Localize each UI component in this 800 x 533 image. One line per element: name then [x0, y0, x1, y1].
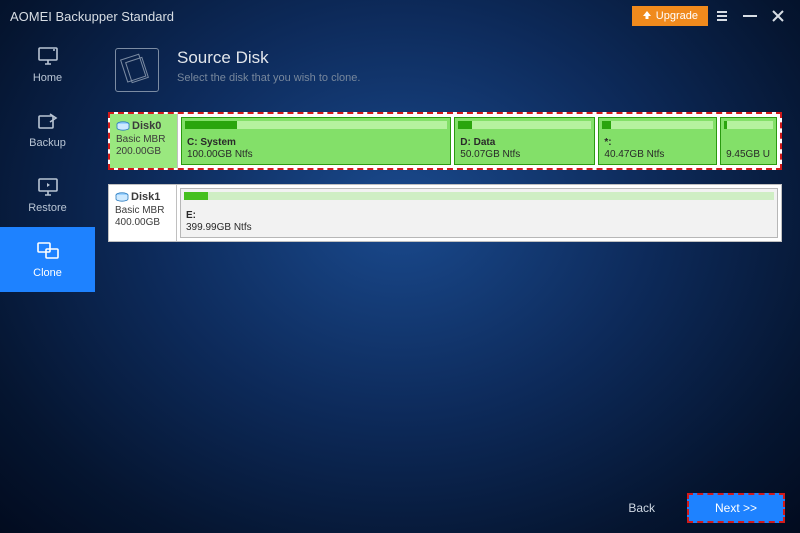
sidebar-item-label: Clone	[33, 267, 62, 279]
partition-size: 40.47GB Ntfs	[604, 149, 711, 161]
sidebar-item-label: Backup	[29, 137, 66, 149]
disk-type: Basic MBR	[115, 205, 164, 216]
partition-size: 9.45GB U	[726, 149, 771, 161]
disk-icon	[115, 192, 129, 202]
monitor-icon	[36, 45, 60, 67]
partition-usage-bar	[184, 192, 774, 200]
disk-icon	[116, 121, 130, 131]
app-title: AOMEI Backupper Standard	[10, 9, 632, 24]
disk-row[interactable]: Disk0 Basic MBR200.00GB C: System100.00GB …	[108, 112, 782, 170]
partition[interactable]: E:399.99GB Ntfs	[180, 188, 778, 238]
next-button[interactable]: Next >>	[687, 493, 785, 523]
sidebar-item-label: Restore	[28, 202, 67, 214]
partition-label: C: System	[187, 137, 445, 149]
page-heading-block: Source Disk Select the disk that you wis…	[177, 48, 360, 84]
partition-usage-bar	[185, 121, 447, 129]
partition-label: *:	[604, 137, 711, 149]
page-subtitle: Select the disk that you wish to clone.	[177, 72, 360, 84]
app-window: AOMEI Backupper Standard Upgrade Home Ba…	[0, 0, 800, 533]
partition-usage-bar	[458, 121, 591, 129]
footer: Back Next >>	[614, 493, 785, 523]
upgrade-button[interactable]: Upgrade	[632, 6, 708, 26]
partition-size: 100.00GB Ntfs	[187, 149, 445, 161]
partition[interactable]: 9.45GB U	[720, 117, 777, 165]
sidebar-item-home[interactable]: Home	[0, 32, 95, 97]
sidebar-item-label: Home	[33, 72, 62, 84]
partition-size: 399.99GB Ntfs	[186, 222, 772, 234]
disk-row[interactable]: Disk1 Basic MBR400.00GB E:399.99GB Ntfs	[108, 184, 782, 242]
menu-icon[interactable]	[708, 2, 736, 30]
content: Source Disk Select the disk that you wis…	[105, 40, 785, 483]
back-button[interactable]: Back	[614, 495, 669, 521]
upgrade-label: Upgrade	[656, 10, 698, 22]
partition-wrap: C: System100.00GB NtfsD: Data50.07GB Ntf…	[178, 114, 780, 168]
partition-label: E:	[186, 210, 772, 222]
close-button[interactable]	[764, 2, 792, 30]
disk-meta: Disk0 Basic MBR200.00GB	[110, 114, 178, 168]
disk-name: Disk0	[132, 120, 161, 132]
minimize-button[interactable]	[736, 2, 764, 30]
partition-size: 50.07GB Ntfs	[460, 149, 589, 161]
restore-icon	[36, 175, 60, 197]
clone-icon	[36, 240, 60, 262]
backup-icon	[36, 110, 60, 132]
titlebar: AOMEI Backupper Standard Upgrade	[0, 0, 800, 32]
page-header: Source Disk Select the disk that you wis…	[105, 40, 785, 112]
sidebar-item-clone[interactable]: Clone	[0, 227, 95, 292]
disk-size: 400.00GB	[115, 217, 160, 228]
source-disk-icon	[115, 48, 159, 92]
disk-type: Basic MBR	[116, 134, 165, 145]
disk-name: Disk1	[131, 191, 160, 203]
partition-usage-bar	[602, 121, 713, 129]
partition[interactable]: *:40.47GB Ntfs	[598, 117, 717, 165]
disk-meta: Disk1 Basic MBR400.00GB	[109, 185, 177, 241]
page-title: Source Disk	[177, 48, 360, 68]
sidebar: Home Backup Restore Clone	[0, 32, 95, 533]
disk-size: 200.00GB	[116, 146, 161, 157]
disk-list: Disk0Basic MBR200.00GBC: System100.00GB …	[105, 112, 785, 242]
partition-label: D: Data	[460, 137, 589, 149]
partition[interactable]: D: Data50.07GB Ntfs	[454, 117, 595, 165]
upgrade-icon	[642, 10, 652, 23]
partition-wrap: E:399.99GB Ntfs	[177, 185, 781, 241]
partition[interactable]: C: System100.00GB Ntfs	[181, 117, 451, 165]
sidebar-item-restore[interactable]: Restore	[0, 162, 95, 227]
partition-usage-bar	[724, 121, 773, 129]
sidebar-item-backup[interactable]: Backup	[0, 97, 95, 162]
